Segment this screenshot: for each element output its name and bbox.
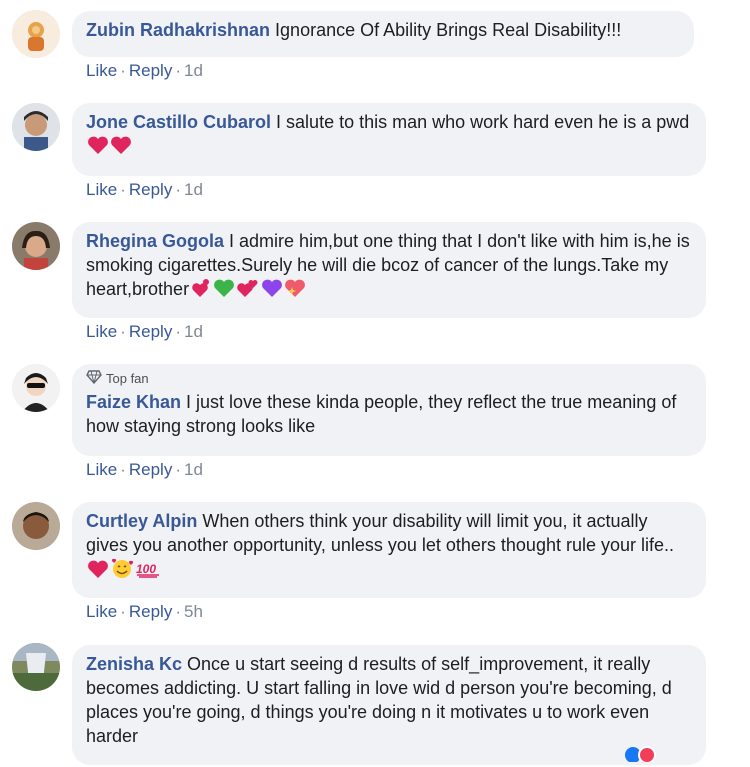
comment-bubble: Rhegina Gogola I admire him,but one thin… [72,222,706,318]
reaction-icons [625,746,656,764]
like-button[interactable]: Like [86,322,117,341]
red-heart-icon [87,135,109,161]
timestamp[interactable]: 5h [184,602,203,621]
red-heart-icon [87,559,109,585]
separator: · [175,61,181,80]
comment-actions: Like · Reply · 5h [86,602,203,622]
two-hearts-icon [236,278,260,304]
top-fan-badge: Top fan [86,370,692,388]
svg-text:100: 100 [136,562,156,576]
comment-bubble: Jone Castillo Cubarol I salute to this m… [72,103,706,176]
top-fan-label: Top fan [106,371,149,386]
separator: · [120,602,126,621]
author-name[interactable]: Jone Castillo Cubarol [86,112,271,132]
avatar[interactable] [12,643,60,691]
separator: · [120,322,126,341]
comment-text: I salute to this man who work hard even … [276,112,690,132]
timestamp[interactable]: 1d [184,460,203,479]
avatar[interactable] [12,222,60,270]
reaction-summary[interactable] [625,746,665,764]
avatar-image [12,364,60,412]
smiling-face-with-hearts-icon [110,557,134,585]
separator: · [175,460,181,479]
reply-button[interactable]: Reply [129,322,172,341]
like-button[interactable]: Like [86,61,117,80]
comment-bubble: Zubin Radhakrishnan Ignorance Of Ability… [72,11,694,57]
author-name[interactable]: Curtley Alpin [86,511,197,531]
timestamp[interactable]: 1d [184,180,203,199]
separator: · [175,322,181,341]
avatar[interactable] [12,103,60,151]
hundred-points-icon: 100 [135,559,161,585]
avatar-image [12,10,60,58]
sparkling-heart-icon [284,278,306,304]
author-name[interactable]: Faize Khan [86,392,181,412]
like-button[interactable]: Like [86,460,117,479]
timestamp[interactable]: 1d [184,322,203,341]
separator: · [120,460,126,479]
reply-button[interactable]: Reply [129,180,172,199]
heart-exclamation-icon [190,278,212,304]
comment-text: Ignorance Of Ability Brings Real Disabil… [275,20,622,40]
comment-bubble: Top fan Faize Khan I just love these kin… [72,364,706,456]
avatar[interactable] [12,364,60,412]
reply-button[interactable]: Reply [129,460,172,479]
timestamp[interactable]: 1d [184,61,203,80]
reply-button[interactable]: Reply [129,61,172,80]
comment-actions: Like · Reply · 1d [86,322,203,342]
comment-actions: Like · Reply · 1d [86,460,203,480]
avatar-image [12,103,60,151]
separator: · [175,602,181,621]
avatar-image [12,643,60,691]
like-button[interactable]: Like [86,602,117,621]
author-name[interactable]: Rhegina Gogola [86,231,224,251]
author-name[interactable]: Zenisha Kc [86,654,182,674]
avatar-image [12,502,60,550]
separator: · [120,61,126,80]
avatar[interactable] [12,10,60,58]
like-button[interactable]: Like [86,180,117,199]
separator: · [120,180,126,199]
separator: · [175,180,181,199]
diamond-icon [86,370,102,388]
green-heart-icon [213,278,235,304]
red-heart-icon [110,135,132,161]
comment-bubble: Zenisha Kc Once u start seeing d results… [72,645,706,765]
comment-actions: Like · Reply · 1d [86,180,203,200]
purple-heart-icon [261,278,283,304]
comment-bubble: Curtley Alpin When others think your dis… [72,502,706,598]
reply-button[interactable]: Reply [129,602,172,621]
avatar-image [12,222,60,270]
avatar[interactable] [12,502,60,550]
comment-actions: Like · Reply · 1d [86,61,203,81]
author-name[interactable]: Zubin Radhakrishnan [86,20,270,40]
